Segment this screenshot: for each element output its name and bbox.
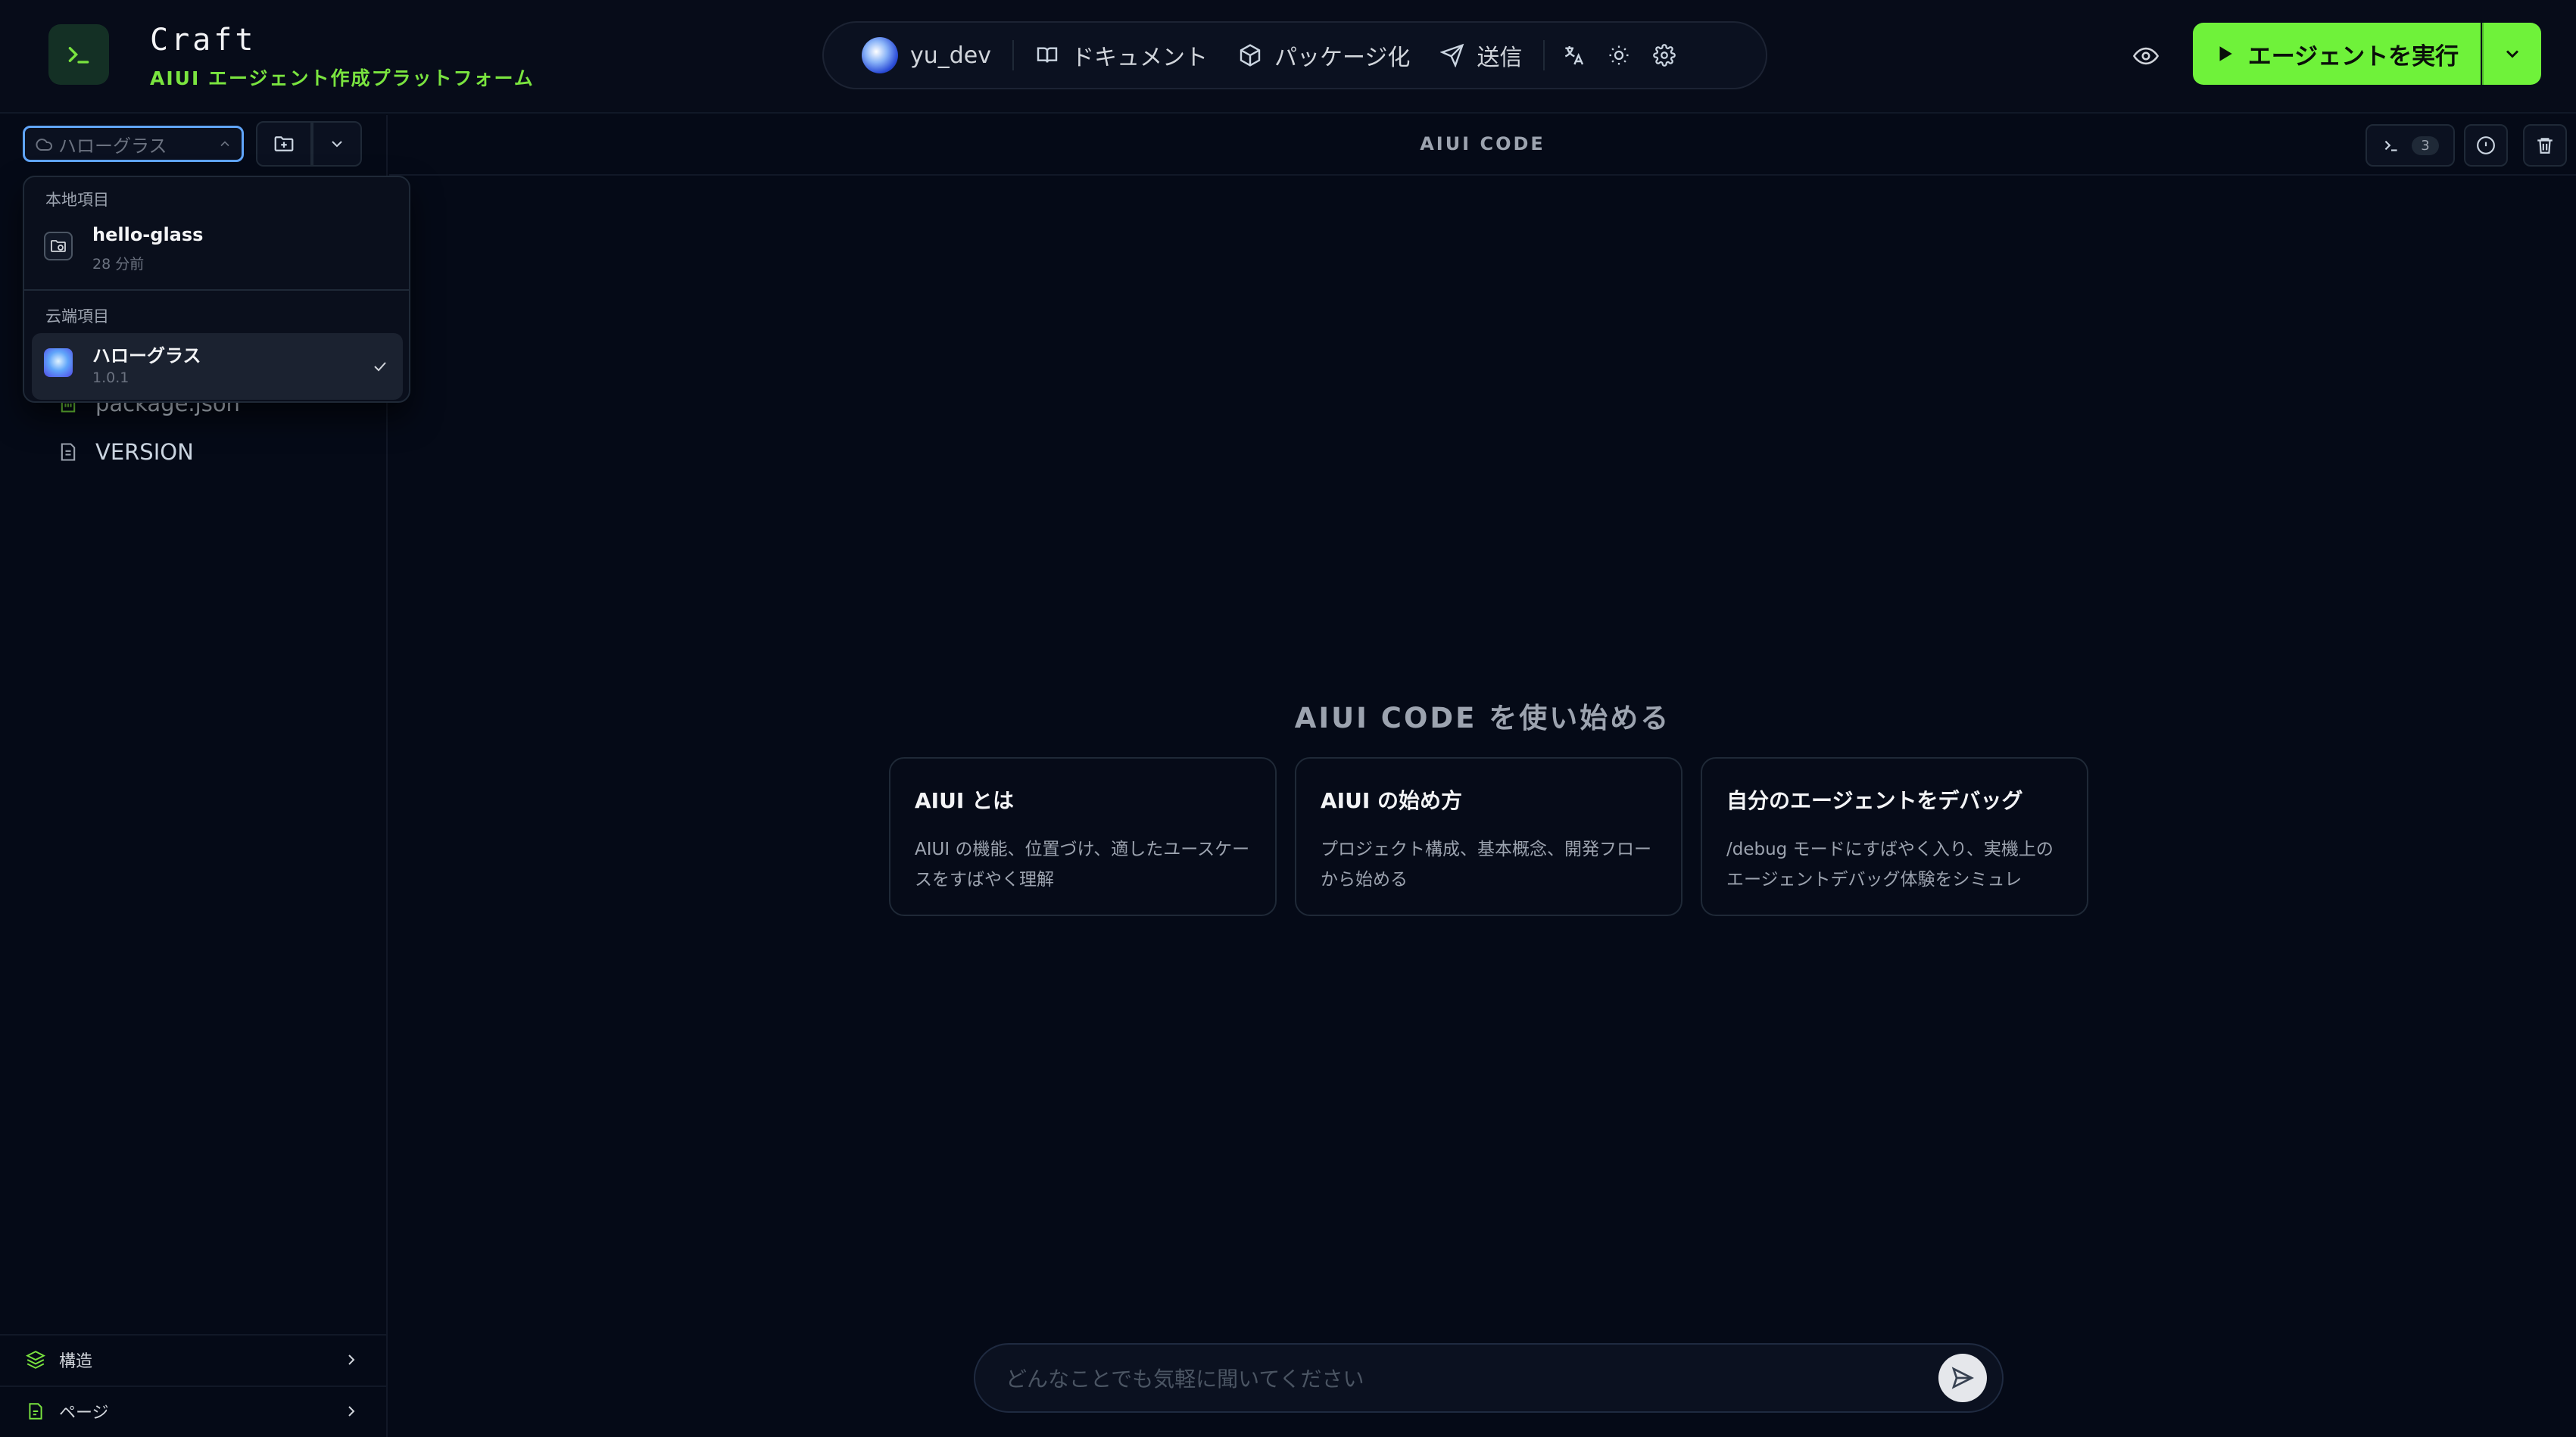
card-title: AIUI の始め方 [1321,788,1462,813]
chevron-down-icon [2506,50,2519,58]
cloud-section-label: 云端項目 [45,307,109,326]
project-option-meta: 28 分前 [92,256,145,273]
folder-plus-icon [274,136,294,151]
project-option-meta: 1.0.1 [92,369,129,386]
translate-icon [1565,46,1584,65]
book-icon [1037,47,1058,63]
project-option-title: hello-glass [92,224,204,245]
docs-link[interactable]: ドキュメント [1020,33,1223,78]
project-option-cloud[interactable]: ハローグラス 1.0.1 [32,333,403,400]
package-button[interactable]: パッケージ化 [1223,33,1425,78]
project-select[interactable]: ハローグラス [23,126,244,162]
send-icon [1440,43,1464,67]
card-description: AIUI の機能、位置づけ、適したユースケースをすばやく理解 [915,840,1250,890]
language-button[interactable] [1551,33,1596,78]
check-icon [374,362,386,372]
delete-button[interactable] [2523,124,2567,167]
divider [1012,40,1015,70]
top-header: Craft AIUI エージェント作成プラットフォーム yu_dev ドキュメン… [0,0,2576,114]
main-title: AIUI CODE [1420,133,1545,154]
project-glass-icon [44,348,73,377]
chat-send-button[interactable] [1938,1354,1987,1402]
avatar [862,37,898,73]
divider [1543,40,1545,70]
card-description: /debug モードにすばやく入り、実機上のエージェントデバッグ体験をシミュレ [1726,840,2054,890]
terminal-icon [2384,140,2397,151]
structure-label: 構造 [59,1352,93,1371]
chevron-down-icon [332,141,342,148]
eye-icon [2133,47,2159,65]
info-icon [2477,136,2495,154]
file-item[interactable]: VERSION [58,439,194,465]
terminal-button[interactable]: 3 [2365,124,2455,167]
box-icon [1240,44,1261,67]
app-name: Craft [150,23,257,58]
project-option-local[interactable]: hello-glass 28 分前 [32,217,403,283]
main-header: AIUI CODE 3 [389,115,2576,176]
card-description: プロジェクト構成、基本概念、開発フローから始める [1321,840,1651,890]
app-root: Craft AIUI エージェント作成プラットフォーム yu_dev ドキュメン… [0,0,2576,1437]
preview-button[interactable] [2123,33,2169,79]
project-option-title: ハローグラス [92,345,201,366]
page-file-icon [29,1403,42,1420]
gear-icon [1653,44,1676,67]
play-icon [2219,46,2232,61]
chat-input-container: どんなことでも気軽に聞いてください [974,1343,2004,1413]
user-menu[interactable]: yu_dev [847,33,1006,78]
layers-icon [26,1351,45,1369]
project-select-label: ハローグラス [58,135,167,157]
terminal-icon [68,47,89,64]
header-nav-pill: yu_dev ドキュメント パッケージ化 送信 [822,21,1767,89]
folder-sync-icon [44,232,73,260]
local-section-label: 本地項目 [45,191,109,209]
file-name: VERSION [95,439,194,465]
new-folder-button[interactable] [256,121,312,167]
trash-icon [2537,138,2553,154]
pages-panel-toggle[interactable]: ページ [0,1386,386,1435]
cloud-icon [36,139,52,151]
chevron-right-icon [348,1354,355,1365]
folder-options-button[interactable] [312,121,362,167]
send-label: 送信 [1477,45,1523,71]
card-title: 自分のエージェントをデバッグ [1726,788,2023,813]
settings-button[interactable] [1642,33,1687,78]
welcome-heading: AIUI CODE を使い始める [1294,702,1671,734]
theme-toggle[interactable] [1596,33,1642,78]
app-subtitle: AIUI エージェント作成プラットフォーム [150,67,535,89]
project-dropdown: 本地項目 hello-glass 28 分前 云端項目 ハローグラス 1.0.1 [23,176,410,403]
pages-label: ページ [59,1404,109,1423]
chevron-up-icon [220,141,229,147]
structure-panel-toggle[interactable]: 構造 [0,1334,386,1384]
intro-card[interactable]: AIUI とは AIUI の機能、位置づけ、適したユースケースをすばやく理解 [889,757,1277,916]
text-file-icon [61,443,76,461]
run-agent-button[interactable]: エージェントを実行 [2193,23,2481,85]
docs-label: ドキュメント [1071,45,1208,71]
package-label: パッケージ化 [1274,45,1411,71]
send-button[interactable]: 送信 [1425,33,1537,78]
card-title: AIUI とは [915,788,1014,813]
run-options-button[interactable] [2482,23,2541,85]
info-button[interactable] [2464,124,2508,167]
user-name: yu_dev [910,42,992,69]
divider [24,289,409,291]
chevron-right-icon [348,1406,355,1417]
send-icon [1951,1367,1974,1389]
chat-input[interactable]: どんなことでも気軽に聞いてください [1006,1363,1938,1393]
getting-started-card[interactable]: AIUI の始め方 プロジェクト構成、基本概念、開発フローから始める [1295,757,1683,916]
app-logo[interactable] [48,24,109,85]
run-agent-label: エージェントを実行 [2247,42,2459,70]
sun-icon [1609,45,1629,65]
debug-agent-card[interactable]: 自分のエージェントをデバッグ /debug モードにすばやく入り、実機上のエージ… [1701,757,2088,916]
terminal-count-badge: 3 [2412,136,2439,155]
